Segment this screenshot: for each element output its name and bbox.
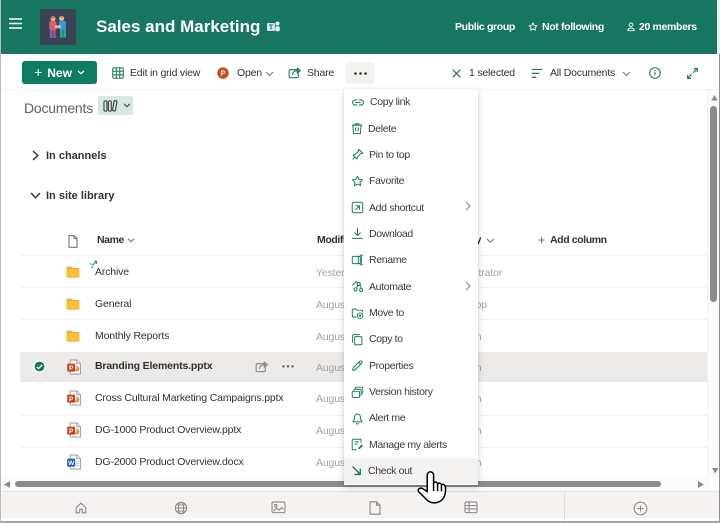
- svg-text:P: P: [69, 396, 74, 403]
- svg-text:W: W: [68, 460, 75, 467]
- svg-text:T: T: [269, 25, 274, 32]
- svg-text:P: P: [69, 428, 74, 435]
- svg-text:P: P: [69, 365, 74, 372]
- svg-text:P: P: [221, 69, 226, 78]
